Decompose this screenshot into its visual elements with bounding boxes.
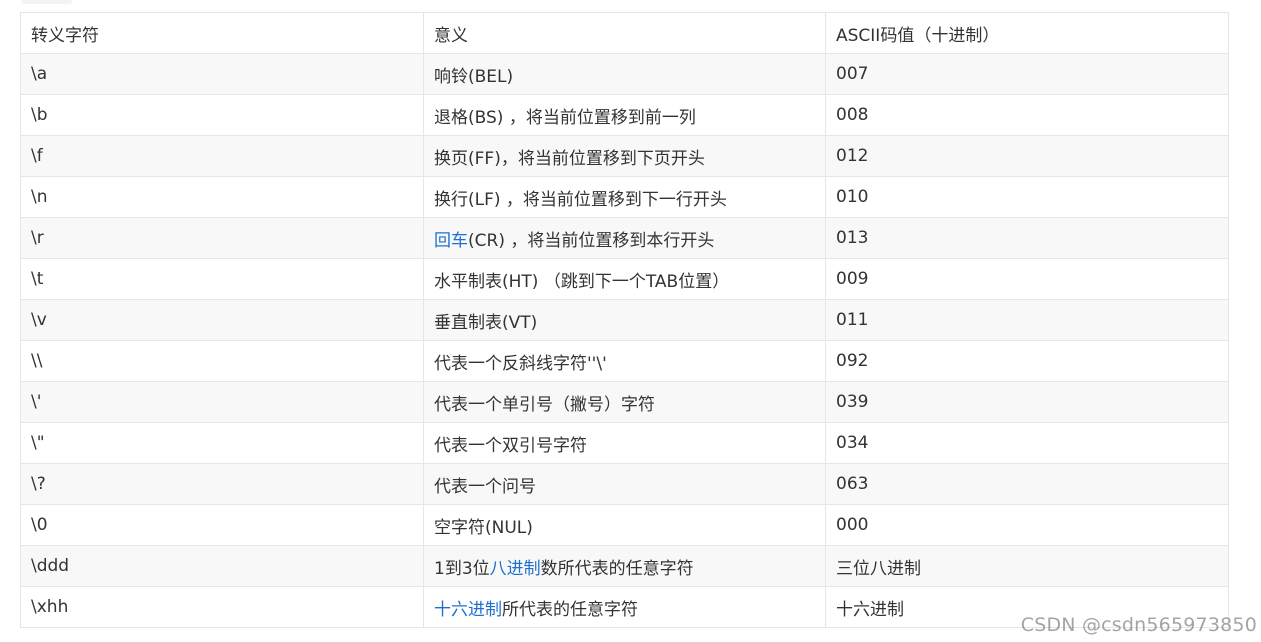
header-ascii-value: ASCII码值（十进制）: [825, 12, 1229, 54]
meaning-text: 换行(LF) ，将当前位置移到下一行开头: [434, 189, 727, 210]
term-link[interactable]: 八进制: [490, 559, 541, 579]
meaning-cell: 空字符(NUL): [423, 504, 826, 546]
escape-char-cell: \?: [20, 463, 424, 505]
meaning-cell: 回车(CR) ，将当前位置移到本行开头: [423, 217, 826, 259]
meaning-text: 所代表的任意字符: [502, 599, 638, 620]
meaning-text: 数所代表的任意字符: [540, 558, 694, 579]
watermark: CSDN @csdn565973850: [1020, 614, 1257, 636]
table-row: \f 换页(FF)，将当前位置移到下页开头 012: [20, 135, 1229, 177]
meaning-text: 代表一个问号: [434, 476, 536, 497]
escape-char-cell: \b: [20, 94, 424, 136]
meaning-cell: 1到3位八进制数所代表的任意字符: [423, 545, 826, 587]
escape-char-cell: \r: [20, 217, 424, 259]
meaning-text: 代表一个双引号字符: [434, 435, 587, 456]
ascii-value-cell: 009: [825, 258, 1229, 300]
escape-char-cell: \t: [20, 258, 424, 300]
meaning-cell: 水平制表(HT) （跳到下一个TAB位置）: [423, 258, 826, 300]
table-row: \b 退格(BS) ，将当前位置移到前一列 008: [20, 94, 1229, 136]
meaning-cell: 代表一个问号: [423, 463, 826, 505]
term-link[interactable]: 回车: [434, 231, 468, 251]
escape-char-cell: \a: [20, 53, 424, 95]
table-header-row: 转义字符 意义 ASCII码值（十进制）: [20, 12, 1229, 54]
header-escape-char: 转义字符: [20, 12, 424, 54]
table-row: \ddd 1到3位八进制数所代表的任意字符 三位八进制: [20, 545, 1229, 587]
meaning-text: 1到3位: [434, 558, 490, 579]
ascii-value-cell: 007: [825, 53, 1229, 95]
table-row: \r 回车(CR) ，将当前位置移到本行开头 013: [20, 217, 1229, 259]
top-tab: [22, 0, 72, 4]
meaning-cell: 代表一个单引号（撇号）字符: [423, 381, 826, 423]
table-row: \n 换行(LF) ，将当前位置移到下一行开头 010: [20, 176, 1229, 218]
meaning-text: 换页(FF)，将当前位置移到下页开头: [434, 148, 705, 169]
escape-char-cell: \0: [20, 504, 424, 546]
meaning-text: 响铃(BEL): [434, 66, 514, 87]
ascii-value-cell: 三位八进制: [825, 545, 1229, 587]
meaning-text: 代表一个反斜线字符''\': [434, 353, 607, 374]
table-row: \0 空字符(NUL) 000: [20, 504, 1229, 546]
meaning-cell: 退格(BS) ，将当前位置移到前一列: [423, 94, 826, 136]
table-body: \a 响铃(BEL) 007 \b 退格(BS) ，将当前位置移到前一列 008 \f 换页(…: [20, 53, 1229, 628]
meaning-text: 退格(BS) ，将当前位置移到前一列: [434, 107, 696, 128]
meaning-cell: 代表一个双引号字符: [423, 422, 826, 464]
table-row: \a 响铃(BEL) 007: [20, 53, 1229, 95]
escape-char-cell: \n: [20, 176, 424, 218]
ascii-value-cell: 039: [825, 381, 1229, 423]
ascii-value-cell: 063: [825, 463, 1229, 505]
escape-char-cell: \xhh: [20, 586, 424, 628]
meaning-cell: 换行(LF) ，将当前位置移到下一行开头: [423, 176, 826, 218]
meaning-text: 水平制表(HT) （跳到下一个TAB位置）: [434, 271, 730, 292]
table-row: \' 代表一个单引号（撇号）字符 039: [20, 381, 1229, 423]
header-meaning: 意义: [423, 12, 826, 54]
meaning-cell: 垂直制表(VT): [423, 299, 826, 341]
table-row: \" 代表一个双引号字符 034: [20, 422, 1229, 464]
table-row: \\ 代表一个反斜线字符''\' 092: [20, 340, 1229, 382]
ascii-value-cell: 010: [825, 176, 1229, 218]
meaning-text: 空字符(NUL): [434, 517, 533, 538]
escape-char-cell: \\: [20, 340, 424, 382]
escape-char-cell: \": [20, 422, 424, 464]
ascii-value-cell: 008: [825, 94, 1229, 136]
escape-char-cell: \ddd: [20, 545, 424, 587]
table-row: \t 水平制表(HT) （跳到下一个TAB位置） 009: [20, 258, 1229, 300]
meaning-text: 代表一个单引号（撇号）字符: [434, 394, 655, 415]
meaning-cell: 响铃(BEL): [423, 53, 826, 95]
meaning-text: (CR) ，将当前位置移到本行开头: [468, 230, 715, 251]
escape-char-table: 转义字符 意义 ASCII码值（十进制） \a 响铃(BEL) 007 \b 退格(BS…: [20, 12, 1229, 628]
ascii-value-cell: 000: [825, 504, 1229, 546]
table-row: \v 垂直制表(VT) 011: [20, 299, 1229, 341]
ascii-value-cell: 034: [825, 422, 1229, 464]
ascii-value-cell: 092: [825, 340, 1229, 382]
term-link[interactable]: 十六进制: [434, 600, 502, 620]
meaning-cell: 代表一个反斜线字符''\': [423, 340, 826, 382]
meaning-text: 垂直制表(VT): [434, 312, 538, 333]
meaning-cell: 换页(FF)，将当前位置移到下页开头: [423, 135, 826, 177]
escape-char-cell: \': [20, 381, 424, 423]
ascii-value-cell: 013: [825, 217, 1229, 259]
escape-char-cell: \v: [20, 299, 424, 341]
ascii-value-cell: 012: [825, 135, 1229, 177]
ascii-value-cell: 011: [825, 299, 1229, 341]
meaning-cell: 十六进制所代表的任意字符: [423, 586, 826, 628]
escape-char-cell: \f: [20, 135, 424, 177]
table-row: \? 代表一个问号 063: [20, 463, 1229, 505]
